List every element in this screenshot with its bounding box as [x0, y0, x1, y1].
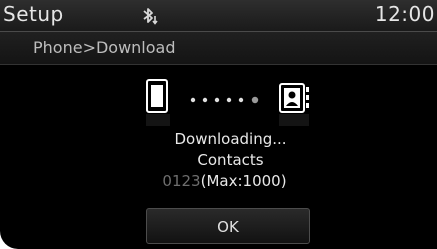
download-status: Downloading...: [174, 130, 287, 148]
status-bar: Setup 12:00: [0, 0, 437, 32]
app-title: Setup: [3, 2, 64, 26]
ok-button[interactable]: OK: [146, 208, 310, 244]
progress-dots: [190, 96, 259, 104]
download-count: 0123(Max:1000): [0, 172, 437, 190]
current-count: 0123: [162, 172, 201, 190]
breadcrumb: Phone>Download: [33, 38, 176, 57]
download-screen: Setup 12:00 Phone>Download Downloading..…: [0, 0, 437, 249]
download-item: Contacts: [197, 151, 264, 169]
breadcrumb-bar: Phone>Download: [0, 32, 437, 65]
clock: 12:00: [374, 2, 435, 26]
transfer-graphic: [146, 79, 309, 126]
phone-icon: [146, 79, 170, 126]
bluetooth-download-icon: [141, 6, 159, 26]
contacts-book-icon: [279, 83, 309, 126]
max-count: (Max:1000): [200, 172, 287, 190]
